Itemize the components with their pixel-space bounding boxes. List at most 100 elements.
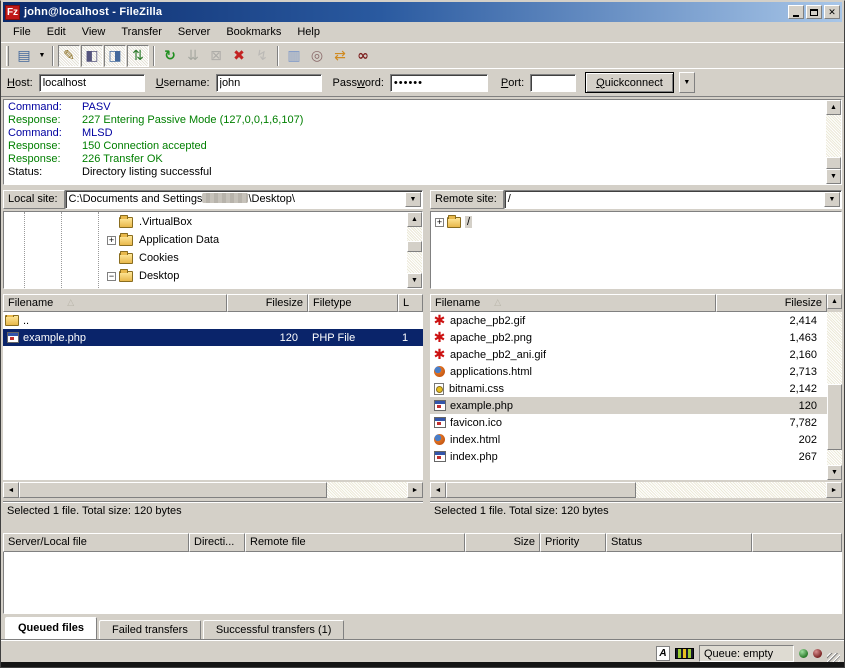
local-path: C:\Documents and Settings\Desktop\ [66,191,404,208]
scroll-left-icon[interactable]: ◄ [430,482,446,498]
local-tree-scrollbar[interactable]: ▲ ▼ [407,212,422,288]
toolbar-grip[interactable] [6,46,9,66]
menu-file[interactable]: File [5,24,39,40]
scroll-down-icon[interactable]: ▼ [407,273,422,288]
process-queue-icon[interactable]: ⇊ [182,45,204,67]
site-manager-dropdown-icon[interactable]: ▼ [36,45,48,67]
maximize-button[interactable] [806,5,822,19]
title-bar[interactable]: Fz john@localhost - FileZilla ✕ [3,2,842,22]
file-row[interactable]: index.html202 [430,431,827,448]
remote-site-dropdown-icon[interactable]: ▼ [824,192,840,207]
vertical-splitter[interactable] [423,190,430,526]
password-input[interactable] [390,74,488,92]
file-row[interactable]: index.php267 [430,448,827,465]
site-manager-icon[interactable]: ▤ [13,45,35,67]
column-header-status[interactable]: Status [606,533,752,552]
speed-limit-icon[interactable] [675,648,694,659]
file-row-selected[interactable]: example.php 120 PHP File 1 [3,329,423,346]
remote-list-scrollbar[interactable]: ▼ [827,312,842,480]
close-button[interactable]: ✕ [824,5,840,19]
file-row[interactable]: bitnami.css2,142 [430,380,827,397]
remote-horizontal-scrollbar[interactable]: ◄ ► [430,482,842,498]
scroll-up-icon[interactable]: ▲ [826,100,841,115]
file-row[interactable]: applications.html2,713 [430,363,827,380]
column-header-filename[interactable]: Filename△ [3,294,227,312]
toggle-local-treeview-icon[interactable]: ◧ [81,45,103,67]
tab-queued-files[interactable]: Queued files [5,617,97,639]
scroll-up-icon[interactable]: ▲ [827,294,842,309]
php-file-icon [434,451,446,462]
tree-item[interactable]: Cookies [4,249,407,267]
scrollbar-thumb[interactable] [827,384,842,450]
toggle-transfer-queue-icon[interactable]: ⇅ [127,45,149,67]
scroll-up-icon[interactable]: ▲ [407,212,422,227]
column-header-filler [752,533,842,552]
local-site-dropdown-icon[interactable]: ▼ [405,192,421,207]
username-input[interactable] [216,74,322,92]
menu-edit[interactable]: Edit [39,24,74,40]
tree-item[interactable]: +/ [431,213,841,231]
local-site-combo[interactable]: C:\Documents and Settings\Desktop\ ▼ [65,190,423,209]
quickconnect-button[interactable]: Quickconnect [585,72,674,93]
menu-view[interactable]: View [74,24,114,40]
tab-failed-transfers[interactable]: Failed transfers [99,620,201,639]
tab-successful-transfers[interactable]: Successful transfers (1) [203,620,345,639]
file-row[interactable]: favicon.ico7,782 [430,414,827,431]
file-row[interactable]: .. [3,312,423,329]
menu-server[interactable]: Server [170,24,218,40]
menu-bookmarks[interactable]: Bookmarks [218,24,289,40]
file-row[interactable]: ✱apache_pb2.png1,463 [430,329,827,346]
column-header-filetype[interactable]: Filetype [308,294,398,312]
file-row[interactable]: ✱apache_pb2.gif2,414 [430,312,827,329]
directory-filters-icon[interactable]: ▥ [283,45,305,67]
quickconnect-dropdown-icon[interactable]: ▼ [679,72,695,93]
scrollbar-thumb[interactable] [446,482,636,498]
column-header-filename[interactable]: Filename△ [430,294,716,312]
tree-item[interactable]: .VirtualBox [4,213,407,231]
reconnect-icon[interactable]: ↯ [251,45,273,67]
file-row[interactable]: ✱apache_pb2_ani.gif2,160 [430,346,827,363]
collapse-icon[interactable]: − [107,272,116,281]
scrollbar-thumb[interactable] [407,241,422,252]
port-input[interactable] [530,74,576,92]
scroll-down-icon[interactable]: ▼ [827,465,842,480]
synchronized-browsing-icon[interactable]: ⇄ [329,45,351,67]
scrollbar-thumb[interactable] [826,157,841,169]
refresh-icon[interactable]: ↻ [159,45,181,67]
scroll-down-icon[interactable]: ▼ [826,169,841,184]
message-log-scrollbar[interactable]: ▲ ▼ [826,100,841,184]
expand-icon[interactable]: + [107,236,116,245]
scroll-right-icon[interactable]: ► [826,482,842,498]
column-header-priority[interactable]: Priority [540,533,606,552]
column-header-filesize[interactable]: Filesize [227,294,308,312]
menu-help[interactable]: Help [289,24,328,40]
toggle-message-log-icon[interactable]: ✎ [58,45,80,67]
find-files-icon[interactable]: ∞ [352,45,374,67]
cancel-operation-icon[interactable]: ⊠ [205,45,227,67]
menu-transfer[interactable]: Transfer [113,24,170,40]
column-header-server-local-file[interactable]: Server/Local file [3,533,189,552]
column-header-size[interactable]: Size [465,533,540,552]
tree-item[interactable]: +Application Data [4,231,407,249]
host-input[interactable] [39,74,145,92]
toggle-remote-treeview-icon[interactable]: ◨ [104,45,126,67]
port-label: Port: [501,77,524,89]
data-type-indicator-icon: A [656,646,670,661]
column-header-remote-file[interactable]: Remote file [245,533,465,552]
minimize-button[interactable] [788,5,804,19]
remote-path: / [505,191,823,208]
disconnect-icon[interactable]: ✖ [228,45,250,67]
column-header-direction[interactable]: Directi... [189,533,245,552]
file-row-selected[interactable]: example.php120 [430,397,827,414]
scroll-left-icon[interactable]: ◄ [3,482,19,498]
remote-scrollbar-top[interactable]: ▲ [827,294,842,312]
column-header-lastmodified[interactable]: L [398,294,423,312]
compare-directories-icon[interactable]: ◎ [306,45,328,67]
column-header-filesize[interactable]: Filesize [716,294,827,312]
expand-icon[interactable]: + [435,218,444,227]
scroll-right-icon[interactable]: ► [407,482,423,498]
scrollbar-thumb[interactable] [19,482,327,498]
local-horizontal-scrollbar[interactable]: ◄ ► [3,482,423,498]
tree-item[interactable]: −Desktop [4,267,407,285]
remote-site-combo[interactable]: / ▼ [504,190,842,209]
